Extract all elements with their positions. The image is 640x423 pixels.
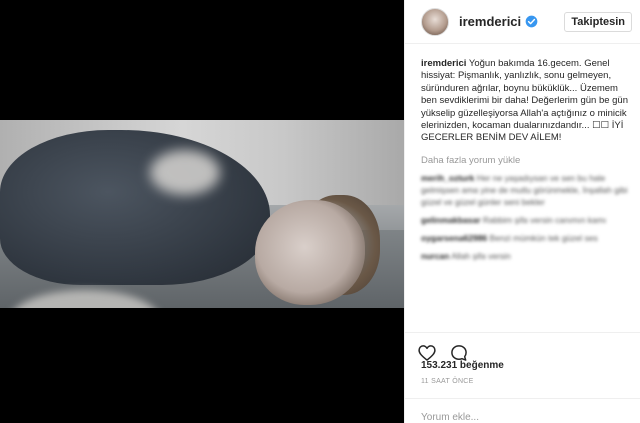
comments-section: iremderici Yoğun bakımda 16.gecem. Genel… [405, 52, 640, 330]
verified-badge-icon [525, 15, 538, 28]
comment-username[interactable]: oygarsena62986 [421, 233, 487, 243]
comment-username[interactable]: merih_ozturk [421, 173, 474, 183]
like-count[interactable]: 153.231 beğenme [421, 360, 504, 371]
comment-text: Rabbim şifa versin canımın kamı [482, 214, 607, 225]
comment-item: oygarsena62986 Benzi mümkün tek güzel se… [421, 232, 629, 244]
caption-username[interactable]: iremderici [421, 58, 466, 69]
post-timestamp: 11 SAAT ÖNCE [421, 378, 474, 385]
post-photo[interactable] [0, 120, 404, 308]
comment-text: Allah şifa versin [451, 250, 511, 261]
header-username[interactable]: iremderici [459, 14, 521, 29]
add-comment-input[interactable] [421, 412, 625, 423]
following-button[interactable]: Takiptesin [564, 11, 632, 32]
add-comment-bar [405, 398, 640, 423]
comment-text: Benzi mümkün tek güzel ses [489, 232, 598, 243]
post-media [0, 0, 404, 423]
comment-username[interactable]: gelinmakbasar [421, 215, 481, 225]
post-caption: iremderici Yoğun bakımda 16.gecem. Genel… [421, 58, 629, 145]
comment-item: merih_ozturk Her ne yaşadıysan ve sen bu… [421, 172, 629, 208]
caption-text: Yoğun bakımda 16.gecem. Genel hissiyat: … [421, 58, 629, 144]
load-more-comments-link[interactable]: Daha fazla yorum yükle [421, 155, 629, 166]
comment-item: gelinmakbasar Rabbim şifa versin canımın… [421, 214, 629, 226]
photo-face [255, 200, 365, 305]
comment-item: nurcan Allah şifa versin [421, 250, 629, 262]
post-side-panel: iremderici Takiptesin iremderici Yoğun b… [404, 0, 640, 423]
avatar[interactable] [421, 7, 449, 36]
post-header: iremderici Takiptesin [405, 0, 640, 44]
photo-blur [150, 150, 220, 195]
comment-username[interactable]: nurcan [421, 251, 449, 261]
